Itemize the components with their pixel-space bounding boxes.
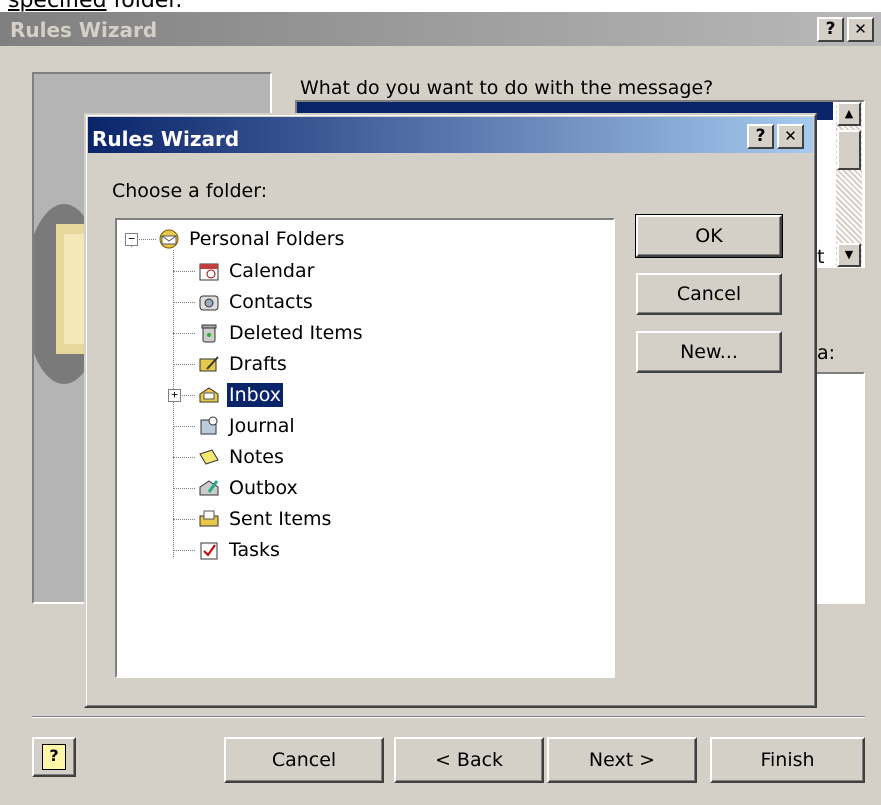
tree-label: Tasks [229,539,280,561]
contacts-icon [197,291,221,313]
dialog-title: Rules Wizard [92,127,240,151]
tree-item-calendar[interactable]: Calendar [197,256,316,286]
tree-line [173,250,174,557]
tree-label: Personal Folders [189,228,345,250]
tree-line [136,239,156,240]
tree-line [173,488,195,489]
scroll-thumb[interactable] [837,130,861,170]
tasks-icon [197,539,221,561]
footer-separator [32,716,865,718]
drafts-icon [197,353,221,375]
next-button[interactable]: Next > [547,737,697,783]
action-question: What do you want to do with the message? [300,77,714,99]
tree-item-outbox[interactable]: Outbox [197,473,300,503]
tree-line [173,333,195,334]
expand-inbox-toggle[interactable]: + [168,389,181,402]
tree-item-journal[interactable]: Journal [197,411,297,441]
cancel-button[interactable]: Cancel [224,737,384,783]
tree-item-drafts[interactable]: Drafts [197,349,289,379]
tree-item-tasks[interactable]: Tasks [197,535,282,565]
outer-titlebar: Rules Wizard [0,12,881,46]
notes-icon [197,446,221,468]
tree-item-personal-folders[interactable]: Personal Folders [157,224,346,254]
journal-icon [197,415,221,437]
new-folder-button[interactable]: New... [636,331,782,373]
description-label-fragment: a: [817,342,836,364]
tree-label: Contacts [229,291,313,313]
calendar-icon [197,260,221,282]
dialog-titlebar: Rules Wizard [88,117,813,153]
folder-tree[interactable]: − Personal Folders Calendar Contacts Del… [115,218,615,678]
dialog-close-button[interactable]: ✕ [777,124,804,149]
partial-list-text: t [817,246,825,268]
outer-window-title: Rules Wizard [10,18,158,42]
tree-line [173,302,195,303]
tree-line [173,519,195,520]
personal-folders-icon [157,228,181,250]
scroll-up-button[interactable]: ▲ [837,102,861,126]
collapse-root-toggle[interactable]: − [125,233,138,246]
tree-label-selected: Inbox [226,382,284,408]
help-button[interactable]: ? [32,737,76,777]
tree-line [173,364,195,365]
outer-help-button[interactable]: ? [817,17,844,42]
choose-folder-label: Choose a folder: [112,180,268,202]
tree-label: Drafts [229,353,287,375]
tree-label: Sent Items [229,508,332,530]
tree-item-deleted-items[interactable]: Deleted Items [197,318,365,348]
tree-label: Deleted Items [229,322,363,344]
ok-button[interactable]: OK [635,214,783,258]
tree-item-inbox[interactable]: Inbox [197,380,284,410]
scroll-down-button[interactable]: ▼ [837,243,861,267]
dialog-cancel-button[interactable]: Cancel [636,273,782,315]
tree-line [173,271,195,272]
tree-line [173,457,195,458]
finish-button[interactable]: Finish [710,737,865,783]
deleted-items-icon [197,322,221,344]
back-button[interactable]: < Back [394,737,544,783]
tree-item-sent-items[interactable]: Sent Items [197,504,333,534]
tree-line [173,550,195,551]
tree-label: Journal [229,415,295,437]
tree-item-notes[interactable]: Notes [197,442,286,472]
help-icon: ? [42,744,66,770]
sent-items-icon [197,508,221,530]
tree-line [173,426,195,427]
dialog-help-button[interactable]: ? [747,124,774,149]
tree-label: Outbox [229,477,298,499]
outbox-icon [197,477,221,499]
tree-label: Notes [229,446,284,468]
inbox-icon [197,384,221,406]
tree-label: Calendar [229,260,315,282]
actions-list-scrollbar[interactable] [836,102,862,266]
tree-item-contacts[interactable]: Contacts [197,287,315,317]
outer-close-button[interactable]: ✕ [847,17,874,42]
